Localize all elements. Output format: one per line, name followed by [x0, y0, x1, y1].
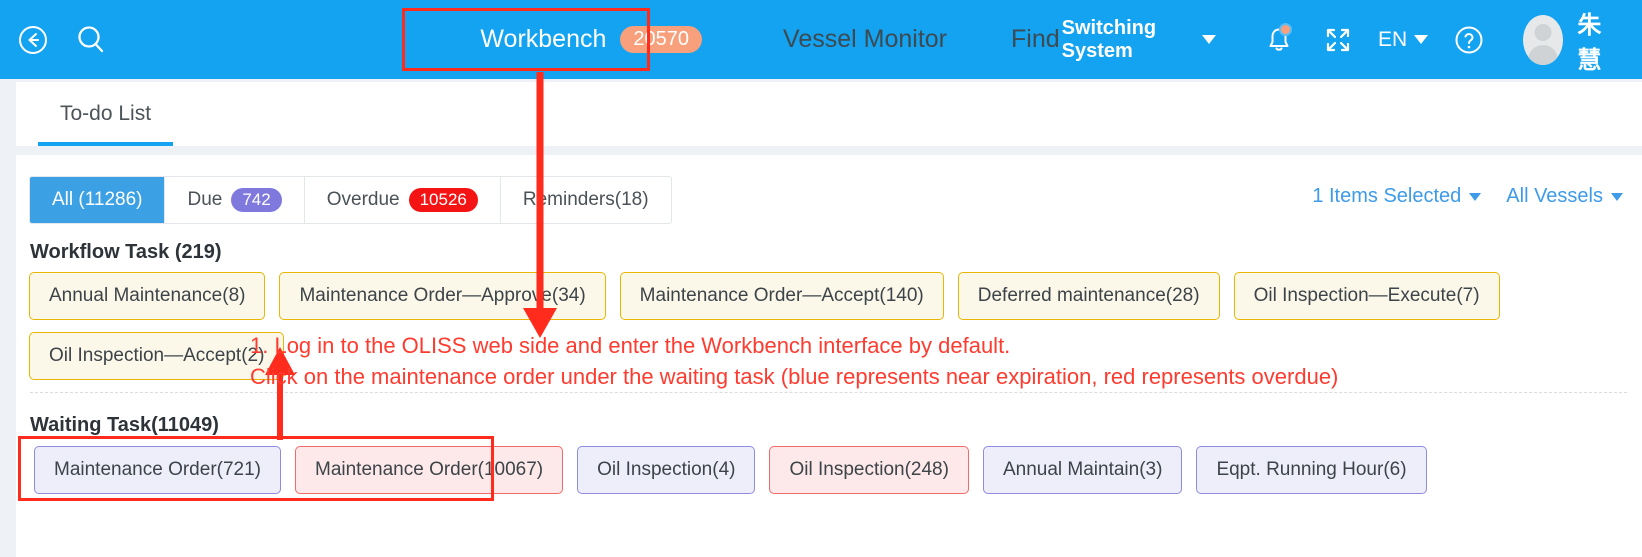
filter-all-label: All (11286) — [52, 189, 143, 210]
filter-reminders-label: Reminders(18) — [522, 189, 649, 210]
nav-item-workbench-label: Workbench — [480, 25, 607, 53]
items-selected-label: 1 Items Selected — [1312, 185, 1462, 207]
filter-due[interactable]: Due 742 — [165, 177, 305, 223]
waiting-task-title: Waiting Task(11049) — [30, 414, 219, 436]
workflow-chip-annual-maintenance[interactable]: Annual Maintenance(8) — [29, 272, 266, 320]
waiting-chip-annual-maintain[interactable]: Annual Maintain(3) — [982, 446, 1183, 494]
workflow-chip-maintenance-order-approve[interactable]: Maintenance Order—Approve(34) — [279, 272, 606, 320]
username-label: 朱慧 — [1577, 11, 1602, 74]
filter-reminders[interactable]: Reminders(18) — [500, 177, 671, 223]
tab-to-do-list[interactable]: To-do List — [38, 82, 174, 146]
waiting-chip-oil-inspection-248[interactable]: Oil Inspection(248) — [769, 446, 969, 494]
workflow-chip-deferred-maintenance[interactable]: Deferred maintenance(28) — [957, 272, 1220, 320]
waiting-task-chips-row-1: Maintenance Order(721) Maintenance Order… — [34, 446, 1427, 494]
filter-all[interactable]: All (11286) — [30, 177, 166, 223]
section-divider — [30, 392, 1627, 393]
language-label: EN — [1378, 27, 1408, 51]
question-circle-icon[interactable] — [1450, 17, 1487, 63]
all-vessels-label: All Vessels — [1506, 185, 1603, 207]
language-selector[interactable]: EN — [1378, 27, 1429, 52]
main-nav: Workbench 20570 Vessel Monitor Find — [456, 15, 1061, 64]
tab-to-do-list-label: To-do List — [60, 102, 152, 125]
filter-overdue[interactable]: Overdue 10526 — [304, 177, 501, 223]
waiting-chip-oil-inspection-4[interactable]: Oil Inspection(4) — [577, 446, 756, 494]
bell-icon[interactable] — [1260, 17, 1297, 63]
top-header: Workbench 20570 Vessel Monitor Find Swit… — [0, 0, 1642, 79]
nav-item-workbench[interactable]: Workbench 20570 — [456, 15, 724, 64]
fullscreen-icon[interactable] — [1319, 17, 1356, 63]
back-arrow-icon[interactable] — [14, 18, 52, 62]
waiting-chip-maintenance-order-721[interactable]: Maintenance Order(721) — [34, 446, 281, 494]
switching-system-dropdown[interactable]: Switching System — [1061, 16, 1217, 63]
workflow-chip-maintenance-order-accept[interactable]: Maintenance Order—Accept(140) — [619, 272, 944, 320]
workflow-task-chips-row-2: Oil Inspection—Accept(2) — [29, 332, 285, 380]
workflow-chip-oil-inspection-execute[interactable]: Oil Inspection—Execute(7) — [1233, 272, 1500, 320]
chevron-down-icon — [1202, 35, 1217, 44]
workbench-count-badge: 20570 — [620, 26, 703, 53]
chevron-down-icon — [1414, 35, 1429, 44]
search-icon[interactable] — [72, 18, 110, 62]
nav-item-vessel-monitor[interactable]: Vessel Monitor — [781, 25, 949, 54]
header-right-tools: Switching System EN 朱慧 — [1062, 5, 1642, 75]
filter-overdue-label: Overdue — [326, 189, 400, 210]
all-vessels-dropdown[interactable]: All Vessels — [1506, 185, 1623, 208]
filter-button-group: All (11286) Due 742 Overdue 10526 Remind… — [29, 176, 672, 224]
chevron-down-icon — [1469, 192, 1482, 201]
workflow-task-chips-row-1: Annual Maintenance(8) Maintenance Order—… — [29, 272, 1500, 320]
chevron-down-icon — [1611, 192, 1623, 201]
todo-card: All (11286) Due 742 Overdue 10526 Remind… — [16, 155, 1642, 557]
nav-item-find[interactable]: Find — [1009, 25, 1062, 54]
waiting-chip-maintenance-order-10067[interactable]: Maintenance Order(10067) — [295, 446, 564, 494]
filter-due-label: Due — [187, 189, 223, 210]
card-right-links: 1 Items Selected All Vessels — [1312, 185, 1623, 208]
filter-due-count: 742 — [231, 188, 282, 212]
workflow-task-title: Workflow Task (219) — [30, 241, 222, 263]
workflow-chip-oil-inspection-accept[interactable]: Oil Inspection—Accept(2) — [29, 332, 285, 380]
user-avatar-icon[interactable] — [1523, 14, 1564, 65]
filter-overdue-count: 10526 — [408, 188, 478, 212]
notification-dot — [1279, 22, 1293, 36]
switching-system-label: Switching System — [1061, 16, 1157, 62]
tab-strip: To-do List — [16, 82, 1642, 146]
waiting-chip-eqpt-running-hour[interactable]: Eqpt. Running Hour(6) — [1196, 446, 1427, 494]
items-selected-dropdown[interactable]: 1 Items Selected — [1312, 185, 1482, 208]
app-root: Workbench 20570 Vessel Monitor Find Swit… — [0, 0, 1642, 557]
